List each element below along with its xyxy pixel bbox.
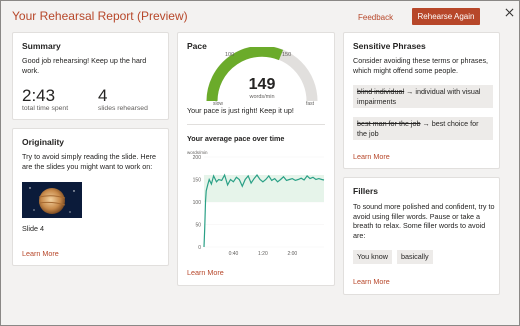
slide-thumbnail[interactable] bbox=[22, 182, 82, 218]
pace-card: Pace 100 150 slow fast 149 words/min You… bbox=[177, 32, 335, 286]
filler-word: basically bbox=[397, 250, 433, 264]
y-tick-label: 50 bbox=[195, 222, 201, 228]
sensitive-message: Consider avoiding these terms or phrases… bbox=[353, 56, 489, 75]
sensitive-title: Sensitive Phrases bbox=[353, 41, 426, 51]
close-icon bbox=[505, 8, 513, 16]
gauge-tick-100: 100 bbox=[225, 52, 234, 58]
originality-learn-more[interactable]: Learn More bbox=[22, 249, 59, 258]
arrow-icon: → bbox=[422, 119, 432, 128]
rehearsal-report-window: Your Rehearsal Report (Preview) Feedback… bbox=[0, 0, 520, 326]
time-value: 2:43 bbox=[22, 86, 56, 105]
sensitive-original: best man for the job bbox=[357, 119, 421, 128]
y-tick-label: 0 bbox=[198, 245, 201, 251]
originality-message: Try to avoid simply reading the slide. H… bbox=[22, 152, 156, 171]
originality-card: Originality Try to avoid simply reading … bbox=[12, 128, 169, 266]
sensitive-learn-more[interactable]: Learn More bbox=[353, 152, 390, 161]
fillers-message: To sound more polished and confident, tr… bbox=[353, 202, 495, 240]
slide-label: Slide 4 bbox=[22, 224, 44, 233]
sensitive-item: blind individual → individual with visua… bbox=[353, 85, 493, 108]
sensitive-phrases-card: Sensitive Phrases Consider avoiding thes… bbox=[343, 32, 500, 169]
y-tick-label: 150 bbox=[193, 177, 202, 183]
gauge-max-label: fast bbox=[306, 101, 315, 105]
pace-learn-more[interactable]: Learn More bbox=[187, 268, 224, 277]
report-title: Your Rehearsal Report (Preview) bbox=[12, 9, 188, 23]
slides-value: 4 bbox=[98, 86, 108, 105]
x-tick-label: 2:00 bbox=[287, 251, 297, 257]
gauge-min-label: slow bbox=[213, 101, 223, 105]
slides-label: slides rehearsed bbox=[98, 105, 148, 112]
fillers-title: Fillers bbox=[353, 186, 379, 196]
rehearse-again-button[interactable]: Rehearse Again bbox=[412, 8, 480, 25]
summary-message: Good job rehearsing! Keep up the hard wo… bbox=[22, 56, 147, 75]
x-tick-label: 1:20 bbox=[258, 251, 268, 257]
pace-divider bbox=[187, 124, 325, 125]
sensitive-original: blind individual bbox=[357, 87, 405, 96]
pace-gauge: 100 150 slow fast 149 words/min bbox=[206, 47, 318, 105]
pace-chart: words/min 050100150200 0:40 1:20 2:00 bbox=[187, 150, 325, 257]
summary-card: Summary Good job rehearsing! Keep up the… bbox=[12, 32, 169, 120]
fillers-card: Fillers To sound more polished and confi… bbox=[343, 177, 500, 295]
pace-value: 149 bbox=[249, 76, 276, 93]
fillers-learn-more[interactable]: Learn More bbox=[353, 277, 390, 286]
time-label: total time spent bbox=[22, 105, 69, 112]
feedback-link[interactable]: Feedback bbox=[358, 13, 393, 22]
gauge-tick-150: 150 bbox=[282, 52, 291, 58]
x-tick-label: 0:40 bbox=[229, 251, 239, 257]
originality-title: Originality bbox=[22, 137, 65, 147]
pace-chart-title: Your average pace over time bbox=[187, 134, 285, 143]
arrow-icon: → bbox=[406, 87, 416, 96]
pace-unit: words/min bbox=[248, 94, 274, 100]
y-tick-label: 100 bbox=[193, 200, 202, 206]
sensitive-item: best man for the job → best choice for t… bbox=[353, 117, 493, 140]
y-tick-label: 200 bbox=[193, 155, 202, 161]
summary-title: Summary bbox=[22, 41, 61, 51]
close-button[interactable] bbox=[501, 4, 517, 20]
pace-message: Your pace is just right! Keep it up! bbox=[187, 106, 294, 115]
filler-word: You know bbox=[353, 250, 392, 264]
